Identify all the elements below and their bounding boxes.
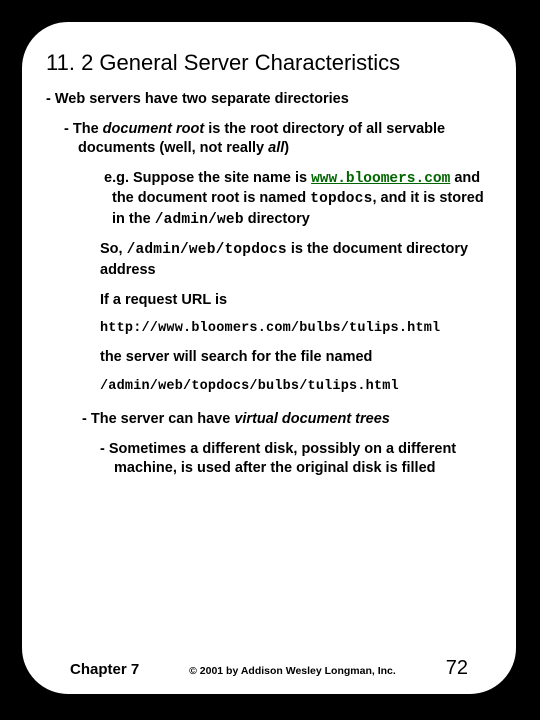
code-url: http://www.bloomers.com/bulbs/tulips.htm…: [100, 320, 492, 338]
text-server-search: the server will search for the file name…: [100, 348, 492, 368]
text-fragment: e.g. Suppose the site name is: [104, 170, 311, 186]
text-fragment: ): [284, 140, 289, 156]
link-bloomers[interactable]: www.bloomers.com: [311, 171, 450, 187]
bullet-different-disk: - Sometimes a different disk, possibly o…: [100, 440, 492, 479]
bullet-document-root: - The document root is the root director…: [64, 120, 492, 159]
text-fragment: directory: [244, 211, 310, 227]
text-fragment: - The server can have: [82, 411, 234, 427]
slide-body: - Web servers have two separate director…: [46, 90, 492, 479]
footer-copyright: © 2001 by Addison Wesley Longman, Inc.: [139, 665, 446, 677]
text-if-request: If a request URL is: [100, 291, 492, 311]
text-italic-all: all: [268, 140, 284, 156]
footer-chapter: Chapter 7: [70, 661, 139, 678]
footer-page-number: 72: [446, 657, 468, 680]
slide-frame: 11. 2 General Server Characteristics - W…: [20, 20, 518, 696]
code-file-path: /admin/web/topdocs/bulbs/tulips.html: [100, 378, 492, 396]
text-fragment: So,: [100, 241, 127, 257]
code-topdocs: topdocs: [310, 191, 372, 207]
slide-title: 11. 2 General Server Characteristics: [46, 50, 492, 76]
code-adminweb: /admin/web: [155, 212, 244, 228]
slide-footer: Chapter 7 © 2001 by Addison Wesley Longm…: [22, 657, 516, 680]
example-so: So, /admin/web/topdocs is the document d…: [100, 240, 492, 280]
text-italic-virtual: virtual document trees: [234, 411, 390, 427]
text-italic-docroot: document root: [103, 121, 205, 137]
example-suppose: e.g. Suppose the site name is www.bloome…: [82, 169, 492, 231]
text-fragment: - The: [64, 121, 103, 137]
bullet-web-servers: - Web servers have two separate director…: [46, 90, 492, 110]
bullet-virtual-trees: - The server can have virtual document t…: [82, 410, 492, 430]
code-full-path: /admin/web/topdocs: [127, 242, 287, 258]
